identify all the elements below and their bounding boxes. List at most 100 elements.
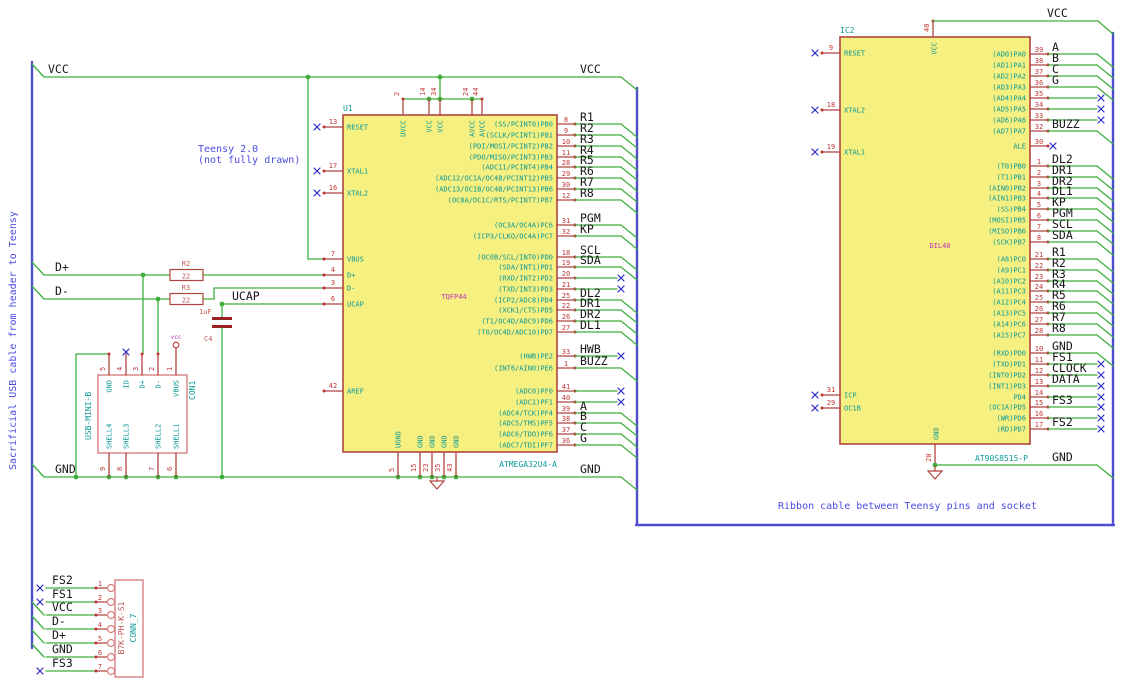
net-label-UCAP[interactable]: UCAP	[232, 289, 260, 303]
schematic-canvas[interactable]: VCC VCCD+ R222D- R322 UCAP1uFC4GND GND5GND4ID…	[0, 0, 1131, 690]
usb-pin-number: 3	[132, 367, 140, 371]
net-label-GND[interactable]: GND	[580, 462, 601, 476]
bus-entry	[620, 444, 638, 459]
bus-entry	[1096, 334, 1114, 349]
wire-gnd	[31, 463, 45, 478]
u1-pin-name: (PDI/MOSI/PCINT2)PB2	[469, 143, 553, 151]
u1-pin-name: (HWB)PE2	[519, 353, 553, 361]
net-label-R8[interactable]: R8	[580, 186, 594, 200]
pin-end-dot	[322, 191, 326, 195]
vcc-power-symbol	[172, 341, 180, 349]
net-label-VCC[interactable]: VCC	[52, 600, 73, 614]
ic2-pin-name: (WR)PD6	[996, 415, 1026, 423]
bus-entry	[620, 422, 638, 437]
wire-vcc	[31, 63, 45, 78]
net-label-G[interactable]: G	[580, 431, 587, 445]
net-label-SDA[interactable]: SDA	[1052, 228, 1073, 242]
u1-pin-name: (T0/OC4D/ADC10)PD7	[477, 329, 553, 337]
bus-entry	[620, 433, 638, 448]
u1-ref[interactable]: U1	[343, 104, 353, 113]
conn7-ref[interactable]: CONN_7	[129, 613, 138, 642]
ic2-pin-number: 14	[1035, 389, 1043, 397]
ic2-pin-name: (A15)PC7	[992, 332, 1026, 340]
u1-pin-number: 15	[410, 464, 418, 472]
net-label-D+[interactable]: D+	[52, 628, 66, 642]
conn7-pin-circle	[106, 638, 116, 648]
ic2-pin-number: 1	[1037, 158, 1041, 166]
ic2-pin-number: 37	[1035, 68, 1043, 76]
u1-pin-name: GND	[453, 435, 461, 448]
net-label-VCC[interactable]: VCC	[48, 62, 69, 76]
bus-entry	[1096, 219, 1114, 234]
pin-end-dot	[1046, 144, 1050, 148]
u1-pin-name: (ADC7/TDI)PF7	[498, 442, 553, 450]
u1-value[interactable]: ATMEGA32U4-A	[499, 460, 557, 469]
net-label-GND[interactable]: GND	[52, 642, 73, 656]
ic2-pin-name: (AD6)PA6	[992, 117, 1026, 125]
u1-pin-number: 28	[562, 159, 570, 167]
usb-pin-name: SHELL1	[173, 424, 181, 449]
bus-entry	[620, 320, 638, 335]
pin-end-dot	[140, 352, 144, 356]
net-label-D-[interactable]: D-	[55, 284, 69, 298]
net-label-FS3[interactable]: FS3	[1052, 393, 1073, 407]
ic2-pin-number: 11	[1035, 356, 1043, 364]
pin-end-dot	[820, 51, 824, 55]
ic2-pin-name: VCC	[931, 42, 939, 55]
u1-pin-name: (ADC0)PF0	[515, 388, 553, 396]
net-label-D+[interactable]: D+	[55, 260, 69, 274]
ic2-pin-name: (AIN0)PB2	[988, 185, 1026, 193]
u1-pin-number: 8	[564, 116, 568, 124]
net-label-FS3[interactable]: FS3	[52, 656, 73, 670]
ic2-value[interactable]: AT90S8515-P	[975, 454, 1028, 463]
u1-pin-name: (XCK1/CTS)PD5	[498, 307, 553, 315]
net-label-VCC[interactable]: VCC	[580, 62, 601, 76]
bus-entry	[1096, 64, 1114, 79]
net-label-DL1[interactable]: DL1	[580, 318, 601, 332]
u1-pin-name: (SCLK/PCINT1)PB1	[486, 132, 553, 140]
usb-connector-ref[interactable]: CON1	[188, 381, 197, 400]
ic2-ref[interactable]: IC2	[840, 26, 855, 35]
conn7-pin-circle	[106, 597, 116, 607]
usb-pin-name: SHELL4	[106, 424, 114, 449]
ic2-pin-number: 25	[1035, 294, 1043, 302]
net-label-BUZZ[interactable]: BUZZ	[580, 354, 608, 368]
ic2-pin-name: (MOSI)PB5	[988, 217, 1026, 225]
net-label-R8[interactable]: R8	[1052, 321, 1066, 335]
bus-entry	[1096, 165, 1114, 180]
ic2-pin-name: (AD5)PA5	[992, 106, 1026, 114]
bus-entry	[620, 188, 638, 203]
u1-pin-number: 12	[562, 192, 570, 200]
net-label-KP[interactable]: KP	[580, 222, 594, 236]
wire-gnd	[620, 476, 638, 491]
ic2-pin-number: 16	[1035, 410, 1043, 418]
bus-entry	[620, 224, 638, 239]
bus-entry	[620, 177, 638, 192]
bus-entry	[620, 331, 638, 346]
ic2-pin-number: 4	[1037, 190, 1041, 198]
net-label-D-[interactable]: D-	[52, 614, 66, 628]
u1-pin-number: 19	[562, 259, 570, 267]
net-label-VCC[interactable]: VCC	[1047, 6, 1068, 20]
ic2-pin-name: (OC1A)PD5	[988, 404, 1026, 412]
bus-entry	[1096, 323, 1114, 338]
conn7-value[interactable]: B7K-PH-K-S1	[117, 601, 126, 654]
net-label-G[interactable]: G	[1052, 73, 1059, 87]
net-label-FS2[interactable]: FS2	[52, 573, 73, 587]
bus-entry	[1096, 290, 1114, 305]
u1-pin-number: 21	[562, 281, 570, 289]
capacitor-c4[interactable]	[212, 317, 232, 320]
net-label-DATA[interactable]: DATA	[1052, 372, 1080, 386]
net-label-GND[interactable]: GND	[1052, 450, 1073, 464]
u1-pin-number: 9	[564, 127, 568, 135]
net-label-SDA[interactable]: SDA	[580, 253, 601, 267]
net-label-FS1[interactable]: FS1	[52, 587, 73, 601]
net-label-BUZZ[interactable]: BUZZ	[1052, 117, 1080, 131]
usb-pin-name: ID	[123, 380, 131, 388]
usb-connector-value[interactable]: USB-MINI-B	[84, 392, 93, 440]
usb-pin-name: SHELL2	[155, 424, 163, 449]
net-label-FS2[interactable]: FS2	[1052, 415, 1073, 429]
ic2-pin-number: 23	[1035, 273, 1043, 281]
net-label-GND[interactable]: GND	[55, 462, 76, 476]
ic2-pin-number: 10	[1035, 345, 1043, 353]
